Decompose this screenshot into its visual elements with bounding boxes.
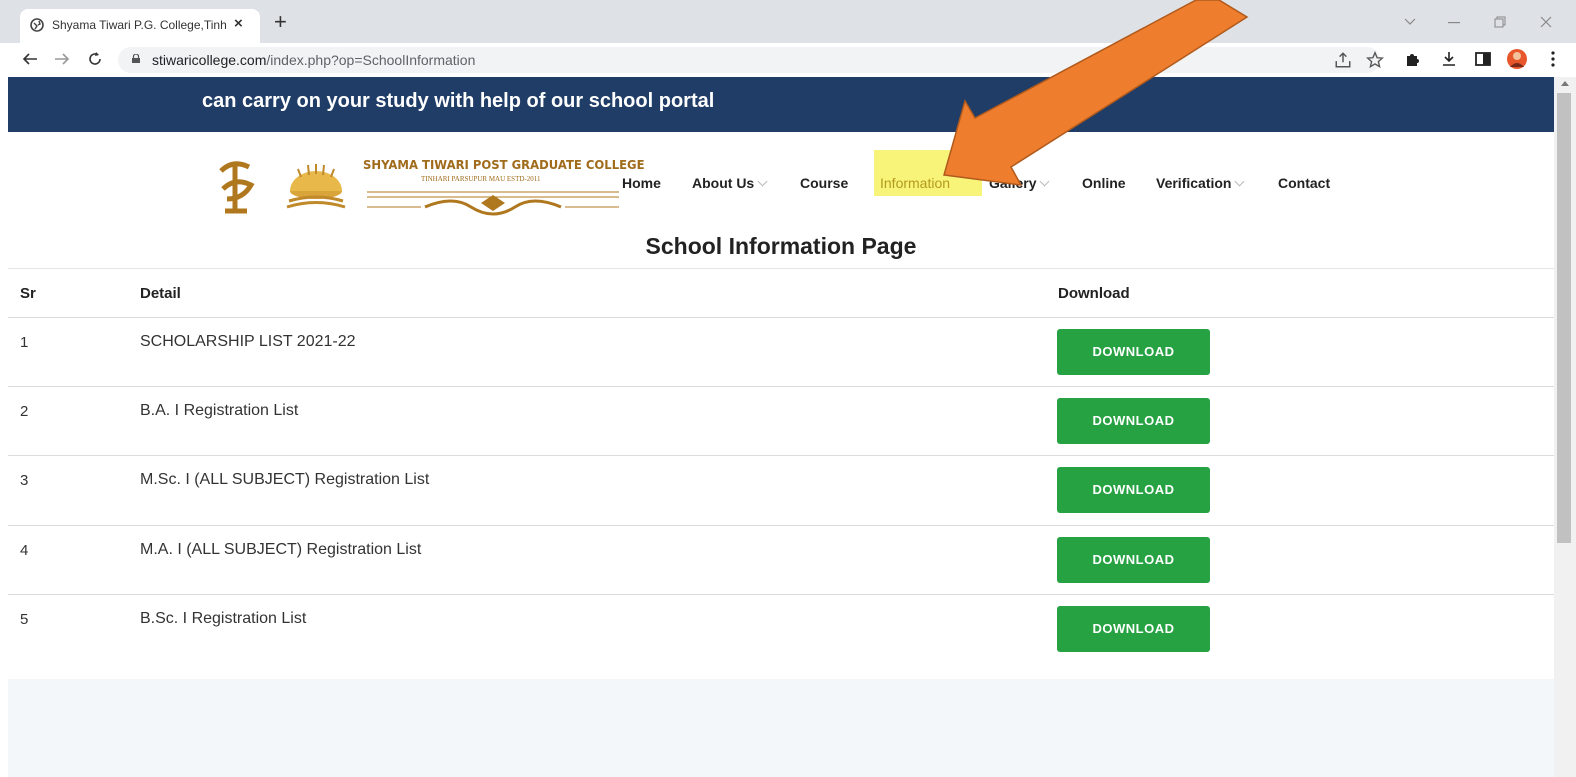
url-host: stiwaricollege.com xyxy=(152,52,267,68)
nav-online[interactable]: Online xyxy=(1082,175,1126,191)
table-row: 5 B.Sc. I Registration List DOWNLOAD xyxy=(8,594,1554,663)
browser-toolbar: stiwaricollege.com/index.php?op=SchoolIn… xyxy=(0,43,1576,77)
row-detail: M.Sc. I (ALL SUBJECT) Registration List xyxy=(140,471,430,488)
table-row: 4 M.A. I (ALL SUBJECT) Registration List… xyxy=(8,525,1554,594)
window-close-icon[interactable] xyxy=(1540,16,1552,28)
download-button[interactable]: DOWNLOAD xyxy=(1057,467,1210,513)
url-path: /index.php?op=SchoolInformation xyxy=(266,52,476,68)
forward-arrow-icon[interactable] xyxy=(54,52,70,66)
nav-information[interactable]: Information xyxy=(880,175,950,191)
download-button[interactable]: DOWNLOAD xyxy=(1057,398,1210,444)
minimize-icon[interactable] xyxy=(1448,22,1460,24)
nav-course[interactable]: Course xyxy=(800,175,848,191)
share-icon[interactable] xyxy=(1334,51,1352,69)
nav-contact[interactable]: Contact xyxy=(1278,175,1330,191)
scroll-up-icon[interactable] xyxy=(1561,81,1569,86)
download-icon[interactable] xyxy=(1440,50,1458,68)
row-sr: 3 xyxy=(20,472,29,489)
page-title: School Information Page xyxy=(645,233,917,259)
reload-icon[interactable] xyxy=(87,51,103,67)
row-detail: M.A. I (ALL SUBJECT) Registration List xyxy=(140,541,422,558)
web-page: can carry on your study with help of our… xyxy=(8,77,1554,777)
row-detail: SCHOLARSHIP LIST 2021-22 xyxy=(140,333,356,350)
nav-gallery-label: Gallery xyxy=(989,175,1037,191)
download-button[interactable]: DOWNLOAD xyxy=(1057,606,1210,652)
row-sr: 1 xyxy=(20,334,29,351)
lock-icon xyxy=(132,54,140,63)
chevron-down-icon xyxy=(1040,176,1050,187)
top-banner: can carry on your study with help of our… xyxy=(8,77,1554,132)
download-button[interactable]: DOWNLOAD xyxy=(1057,329,1210,375)
nav-verification-label: Verification xyxy=(1156,175,1232,191)
header-download: Download xyxy=(1058,285,1130,302)
bookmark-star-icon[interactable] xyxy=(1366,51,1384,69)
close-icon[interactable]: × xyxy=(234,15,243,32)
tab-title: Shyama Tiwari P.G. College,Tinha xyxy=(52,18,227,32)
more-menu-icon[interactable] xyxy=(1544,50,1562,68)
row-sr: 4 xyxy=(20,542,29,559)
nav-gallery[interactable]: Gallery xyxy=(989,175,1050,191)
chevron-down-icon xyxy=(1235,176,1245,187)
nav-home[interactable]: Home xyxy=(622,175,661,191)
table-row: 2 B.A. I Registration List DOWNLOAD xyxy=(8,386,1554,455)
header-detail: Detail xyxy=(140,285,181,302)
banner-text: can carry on your study with help of our… xyxy=(202,90,715,112)
header-sr: Sr xyxy=(20,285,36,302)
extensions-puzzle-icon[interactable] xyxy=(1404,50,1422,68)
vertical-scrollbar[interactable] xyxy=(1554,77,1576,777)
main-nav: Home About Us Course Information Gallery… xyxy=(8,152,1554,192)
side-panel-icon[interactable] xyxy=(1474,50,1492,68)
row-sr: 2 xyxy=(20,403,29,420)
chevron-down-icon xyxy=(757,176,768,187)
nav-about-us[interactable]: About Us xyxy=(692,175,768,191)
browser-tab[interactable]: Shyama Tiwari P.G. College,Tinha × xyxy=(20,9,260,43)
url-text: stiwaricollege.com/index.php?op=SchoolIn… xyxy=(152,52,475,68)
information-table: Sr Detail Download 1 SCHOLARSHIP LIST 20… xyxy=(8,268,1554,652)
row-detail: B.A. I Registration List xyxy=(140,402,299,419)
nav-verification[interactable]: Verification xyxy=(1156,175,1245,191)
row-sr: 5 xyxy=(20,611,29,628)
chevron-down-icon[interactable] xyxy=(1404,18,1416,26)
address-bar[interactable]: stiwaricollege.com/index.php?op=SchoolIn… xyxy=(118,47,1384,73)
nav-about-us-label: About Us xyxy=(692,175,755,191)
new-tab-button[interactable]: + xyxy=(274,11,287,33)
download-button[interactable]: DOWNLOAD xyxy=(1057,537,1210,583)
row-detail: B.Sc. I Registration List xyxy=(140,610,307,627)
scroll-thumb[interactable] xyxy=(1557,93,1571,543)
table-row: 3 M.Sc. I (ALL SUBJECT) Registration Lis… xyxy=(8,455,1554,524)
restore-icon[interactable] xyxy=(1494,16,1506,28)
table-row: 1 SCHOLARSHIP LIST 2021-22 DOWNLOAD xyxy=(8,317,1554,386)
profile-avatar-icon[interactable] xyxy=(1506,48,1528,70)
footer-area xyxy=(8,679,1554,777)
back-arrow-icon[interactable] xyxy=(22,52,38,66)
globe-icon xyxy=(30,18,44,32)
